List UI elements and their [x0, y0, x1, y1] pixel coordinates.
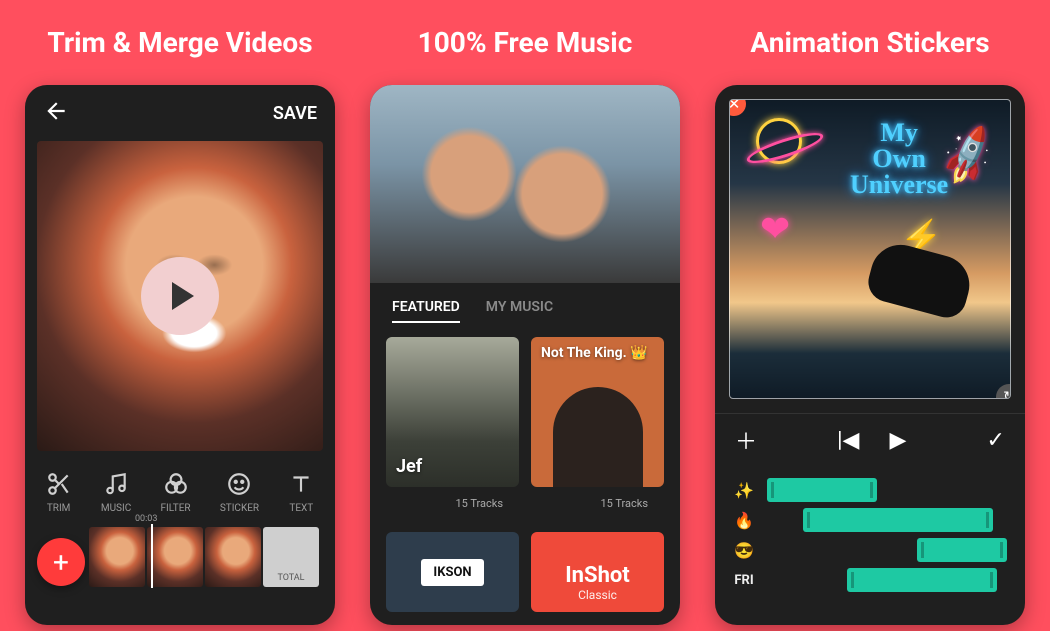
fire-icon: 🔥 — [731, 511, 757, 530]
back-arrow-icon[interactable] — [43, 98, 69, 128]
album-card[interactable]: InShot Classic — [531, 532, 664, 612]
rotate-handle-icon[interactable]: ↻ — [996, 384, 1011, 399]
heart-sticker-icon[interactable]: ❤ — [760, 208, 790, 250]
sticker-tracks: ✨ 🔥 😎 FRI — [715, 466, 1025, 608]
album-name: Not The King. 👑 — [541, 345, 648, 361]
person-silhouette — [864, 238, 976, 322]
play-icon[interactable]: ▶ — [889, 428, 906, 453]
track-thumb-icon: ✨ — [731, 481, 757, 500]
phone-music: FEATURED MY MUSIC Jef 15 Tracks Not The … — [370, 85, 680, 625]
playhead-time: 00:03 — [135, 514, 157, 524]
music-note-icon — [103, 471, 129, 497]
album-card[interactable]: Not The King. 👑 — [531, 337, 664, 487]
timeline-controls: ＋ |◀ ▶ ✓ — [715, 413, 1025, 466]
tool-text[interactable]: TEXT — [288, 471, 314, 514]
album-grid: Jef 15 Tracks Not The King. 👑 15 Tracks … — [370, 333, 680, 616]
track-row[interactable]: ✨ — [731, 478, 1009, 502]
tool-filter[interactable]: FILTER — [160, 471, 190, 514]
tool-label: STICKER — [220, 503, 259, 514]
sticker-canvas[interactable]: ✕ ↻ My Own Universe 🚀 ❤ ⚡ — [729, 99, 1011, 399]
confirm-icon[interactable]: ✓ — [987, 428, 1005, 453]
album-name: InShot — [565, 563, 630, 588]
album-card[interactable]: Jef — [386, 337, 519, 487]
album-tracks: 15 Tracks — [531, 491, 664, 520]
scissors-icon — [46, 471, 72, 497]
panel-trim-merge: Trim & Merge Videos SAVE TRIM MUSIC FILT… — [20, 26, 340, 625]
timeline-total: TOTAL — [263, 527, 319, 587]
timeline-thumb[interactable] — [147, 527, 203, 587]
phone-trim: SAVE TRIM MUSIC FILTER STICKER — [25, 85, 335, 625]
track-row[interactable]: FRI — [731, 568, 1009, 592]
cool-emoji-icon: 😎 — [731, 541, 757, 560]
add-clip-button[interactable]: + — [37, 538, 85, 586]
album-card[interactable]: IKSON — [386, 532, 519, 612]
tool-label: FILTER — [160, 503, 190, 514]
clip[interactable] — [917, 538, 1007, 562]
clip[interactable] — [767, 478, 877, 502]
add-sticker-button[interactable]: ＋ — [735, 424, 757, 456]
phone-stickers: ✕ ↻ My Own Universe 🚀 ❤ ⚡ ＋ |◀ ▶ ✓ ✨ — [715, 85, 1025, 625]
video-preview[interactable] — [37, 141, 323, 451]
track-row[interactable]: 🔥 — [731, 508, 1009, 532]
topbar: SAVE — [25, 85, 335, 141]
clip[interactable] — [847, 568, 997, 592]
save-button[interactable]: SAVE — [273, 103, 317, 124]
tab-featured[interactable]: FEATURED — [392, 299, 460, 323]
timeline-thumb[interactable] — [89, 527, 145, 587]
tool-label: TEXT — [289, 503, 313, 514]
smiley-icon — [226, 471, 252, 497]
tool-strip: TRIM MUSIC FILTER STICKER TEXT — [25, 451, 335, 522]
tab-my-music[interactable]: MY MUSIC — [486, 299, 553, 323]
album-name: Jef — [396, 456, 422, 477]
album-tracks: 15 Tracks — [386, 491, 519, 520]
timeline-thumb[interactable] — [205, 527, 261, 587]
tool-label: MUSIC — [101, 503, 131, 514]
planet-sticker-icon[interactable] — [756, 118, 802, 164]
prev-frame-icon[interactable]: |◀ — [837, 428, 859, 453]
tool-music[interactable]: MUSIC — [101, 471, 131, 514]
playhead[interactable] — [151, 524, 153, 588]
album-name: IKSON — [421, 559, 483, 586]
timeline[interactable]: + 00:03 TOTAL — [25, 522, 335, 592]
play-button[interactable] — [141, 257, 219, 335]
text-icon — [288, 471, 314, 497]
close-icon[interactable]: ✕ — [729, 99, 746, 116]
tool-label: TRIM — [47, 503, 71, 514]
panel-title: Trim & Merge Videos — [47, 26, 312, 59]
filter-icon — [163, 471, 189, 497]
track-row[interactable]: 😎 — [731, 538, 1009, 562]
album-sub: Classic — [578, 588, 617, 602]
tool-sticker[interactable]: STICKER — [220, 471, 259, 514]
music-hero-image — [370, 85, 680, 283]
neon-text-sticker[interactable]: My Own Universe — [850, 120, 948, 198]
fri-label: FRI — [731, 573, 757, 588]
panel-title: Animation Stickers — [750, 26, 989, 59]
panel-free-music: 100% Free Music FEATURED MY MUSIC Jef 15… — [365, 26, 685, 625]
panel-title: 100% Free Music — [418, 26, 633, 59]
music-tabs: FEATURED MY MUSIC — [370, 283, 680, 333]
album-art-silhouette — [553, 387, 643, 487]
tool-trim[interactable]: TRIM — [46, 471, 72, 514]
clip[interactable] — [803, 508, 993, 532]
panel-animation-stickers: Animation Stickers ✕ ↻ My Own Universe 🚀… — [710, 26, 1030, 625]
